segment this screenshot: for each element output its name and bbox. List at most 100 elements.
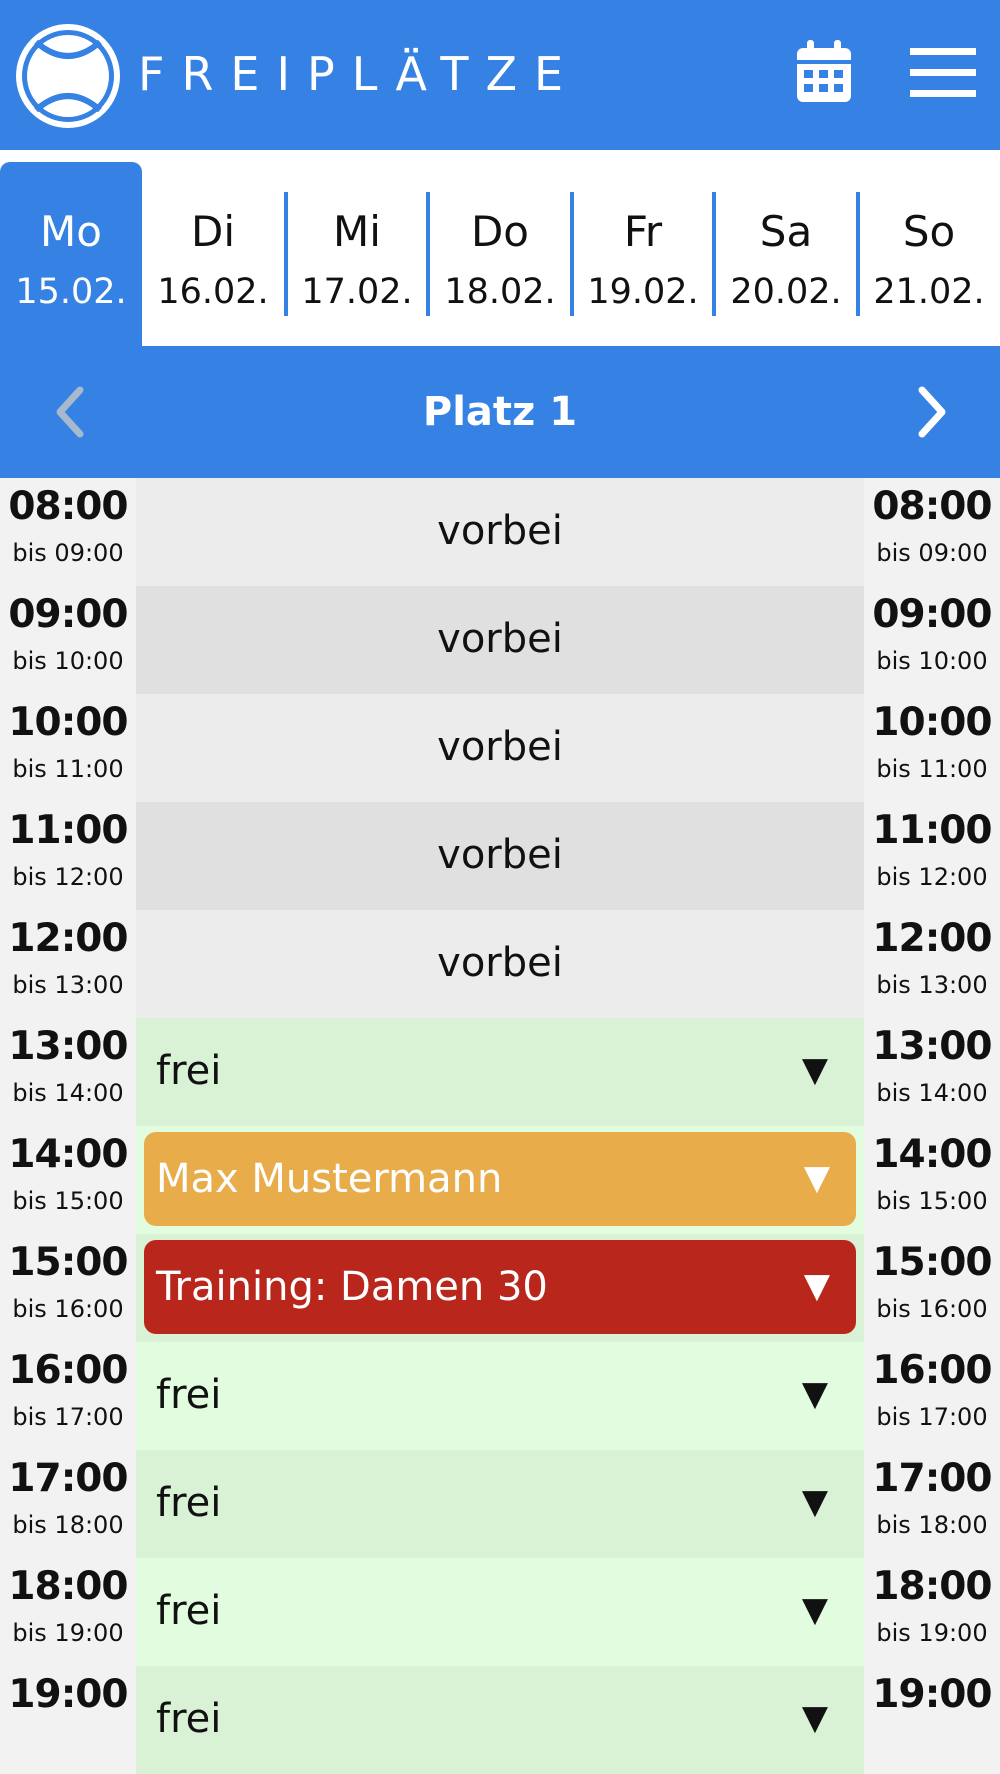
day-tab-di[interactable]: Di 16.02. <box>142 162 284 346</box>
time-slot-row: 10:00 bis 11:00 vorbei 10:00 bis 11:00 <box>0 694 1000 802</box>
time-label-left: 13:00 bis 14:00 <box>0 1018 136 1126</box>
slot-label: frei <box>156 1372 222 1418</box>
time-slot-row: 08:00 bis 09:00 vorbei 08:00 bis 09:00 <box>0 478 1000 586</box>
slot-start-time: 10:00 <box>8 700 128 745</box>
day-name: Mi <box>333 207 381 256</box>
slot-end-time: bis 12:00 <box>876 863 988 891</box>
slot-end-time: bis 18:00 <box>876 1511 988 1539</box>
tab-divider <box>856 192 860 316</box>
slot-start-time: 15:00 <box>8 1240 128 1285</box>
time-label-left: 09:00 bis 10:00 <box>0 586 136 694</box>
slot-start-time: 11:00 <box>872 808 992 853</box>
training-slot-button[interactable]: Training: Damen 30 ▼ <box>144 1240 856 1334</box>
day-tab-mo[interactable]: Mo 15.02. <box>0 162 142 346</box>
slot-end-time: bis 14:00 <box>876 1079 988 1107</box>
calendar-icon[interactable] <box>797 40 851 102</box>
slot-status-past: vorbei <box>437 616 563 662</box>
slot-start-time: 19:00 <box>872 1672 992 1717</box>
slot-cell: Training: Damen 30 ▼ <box>136 1234 864 1342</box>
day-tab-so[interactable]: So 21.02. <box>858 162 1000 346</box>
dropdown-arrow-icon[interactable]: ▼ <box>802 1482 828 1522</box>
slot-cell: vorbei <box>136 802 864 910</box>
slot-label: frei <box>156 1480 222 1526</box>
slot-end-time: bis 09:00 <box>12 539 124 567</box>
time-label-left: 12:00 bis 13:00 <box>0 910 136 1018</box>
slot-start-time: 12:00 <box>8 916 128 961</box>
app-header: FREIPLÄTZE <box>0 0 1000 150</box>
slot-end-time: bis 19:00 <box>12 1619 124 1647</box>
time-label-right: 08:00 bis 09:00 <box>864 478 1000 586</box>
slot-end-time: bis 09:00 <box>876 539 988 567</box>
free-slot-button[interactable]: frei ▼ <box>136 1342 864 1450</box>
tab-divider <box>712 192 716 316</box>
slot-start-time: 09:00 <box>8 592 128 637</box>
slot-cell: frei ▼ <box>136 1666 864 1774</box>
slot-end-time: bis 17:00 <box>12 1403 124 1431</box>
free-slot-button[interactable]: frei ▼ <box>136 1018 864 1126</box>
dropdown-arrow-icon[interactable]: ▼ <box>804 1266 830 1306</box>
day-name: Sa <box>759 207 813 256</box>
tennis-ball-icon[interactable] <box>14 22 122 130</box>
dropdown-arrow-icon[interactable]: ▼ <box>802 1698 828 1738</box>
time-label-right: 11:00 bis 12:00 <box>864 802 1000 910</box>
free-slot-button[interactable]: frei ▼ <box>136 1558 864 1666</box>
slot-label: frei <box>156 1048 222 1094</box>
time-label-left: 16:00 bis 17:00 <box>0 1342 136 1450</box>
free-slot-button[interactable]: frei ▼ <box>136 1450 864 1558</box>
dropdown-arrow-icon[interactable]: ▼ <box>804 1158 830 1198</box>
chevron-right-icon[interactable] <box>912 382 952 442</box>
day-date: 17.02. <box>301 272 413 312</box>
time-label-right: 13:00 bis 14:00 <box>864 1018 1000 1126</box>
slot-cell: vorbei <box>136 478 864 586</box>
day-date: 21.02. <box>873 272 985 312</box>
time-label-left: 18:00 bis 19:00 <box>0 1558 136 1666</box>
time-slot-row: 19:00 frei ▼ 19:00 <box>0 1666 1000 1774</box>
time-slot-row: 16:00 bis 17:00 frei ▼ 16:00 bis 17:00 <box>0 1342 1000 1450</box>
time-label-right: 16:00 bis 17:00 <box>864 1342 1000 1450</box>
slot-cell: vorbei <box>136 910 864 1018</box>
dropdown-arrow-icon[interactable]: ▼ <box>802 1050 828 1090</box>
slot-end-time: bis 16:00 <box>876 1295 988 1323</box>
slot-status-past: vorbei <box>437 940 563 986</box>
slot-cell: vorbei <box>136 586 864 694</box>
day-tab-mi[interactable]: Mi 17.02. <box>286 162 428 346</box>
day-date: 15.02. <box>15 272 127 312</box>
day-tab-fr[interactable]: Fr 19.02. <box>572 162 714 346</box>
slot-start-time: 18:00 <box>8 1564 128 1609</box>
slot-start-time: 11:00 <box>8 808 128 853</box>
dropdown-arrow-icon[interactable]: ▼ <box>802 1374 828 1414</box>
time-label-left: 17:00 bis 18:00 <box>0 1450 136 1558</box>
time-slot-row: 09:00 bis 10:00 vorbei 09:00 bis 10:00 <box>0 586 1000 694</box>
time-label-right: 09:00 bis 10:00 <box>864 586 1000 694</box>
slot-end-time: bis 11:00 <box>876 755 988 783</box>
time-label-left: 19:00 <box>0 1666 136 1774</box>
day-tab-sa[interactable]: Sa 20.02. <box>715 162 857 346</box>
tab-divider <box>426 192 430 316</box>
day-tab-do[interactable]: Do 18.02. <box>429 162 571 346</box>
time-slot-row: 18:00 bis 19:00 frei ▼ 18:00 bis 19:00 <box>0 1558 1000 1666</box>
slot-end-time: bis 14:00 <box>12 1079 124 1107</box>
day-date: 20.02. <box>730 272 842 312</box>
slot-end-time: bis 13:00 <box>12 971 124 999</box>
court-title: Platz 1 <box>422 389 578 435</box>
free-slot-button[interactable]: frei ▼ <box>136 1666 864 1774</box>
slot-status-past: vorbei <box>437 508 563 554</box>
slot-start-time: 10:00 <box>872 700 992 745</box>
slot-end-time: bis 15:00 <box>876 1187 988 1215</box>
day-name: Mo <box>40 207 102 256</box>
time-label-left: 08:00 bis 09:00 <box>0 478 136 586</box>
time-label-right: 10:00 bis 11:00 <box>864 694 1000 802</box>
day-date: 19.02. <box>587 272 699 312</box>
slot-start-time: 12:00 <box>872 916 992 961</box>
dropdown-arrow-icon[interactable]: ▼ <box>802 1590 828 1630</box>
time-label-right: 18:00 bis 19:00 <box>864 1558 1000 1666</box>
slot-end-time: bis 10:00 <box>876 647 988 675</box>
hamburger-menu-icon[interactable] <box>910 48 976 98</box>
time-label-right: 14:00 bis 15:00 <box>864 1126 1000 1234</box>
slot-status-past: vorbei <box>437 832 563 878</box>
slot-cell: vorbei <box>136 694 864 802</box>
booking-slot-button[interactable]: Max Mustermann ▼ <box>144 1132 856 1226</box>
slot-start-time: 09:00 <box>872 592 992 637</box>
slot-start-time: 16:00 <box>872 1348 992 1393</box>
slot-start-time: 13:00 <box>872 1024 992 1069</box>
